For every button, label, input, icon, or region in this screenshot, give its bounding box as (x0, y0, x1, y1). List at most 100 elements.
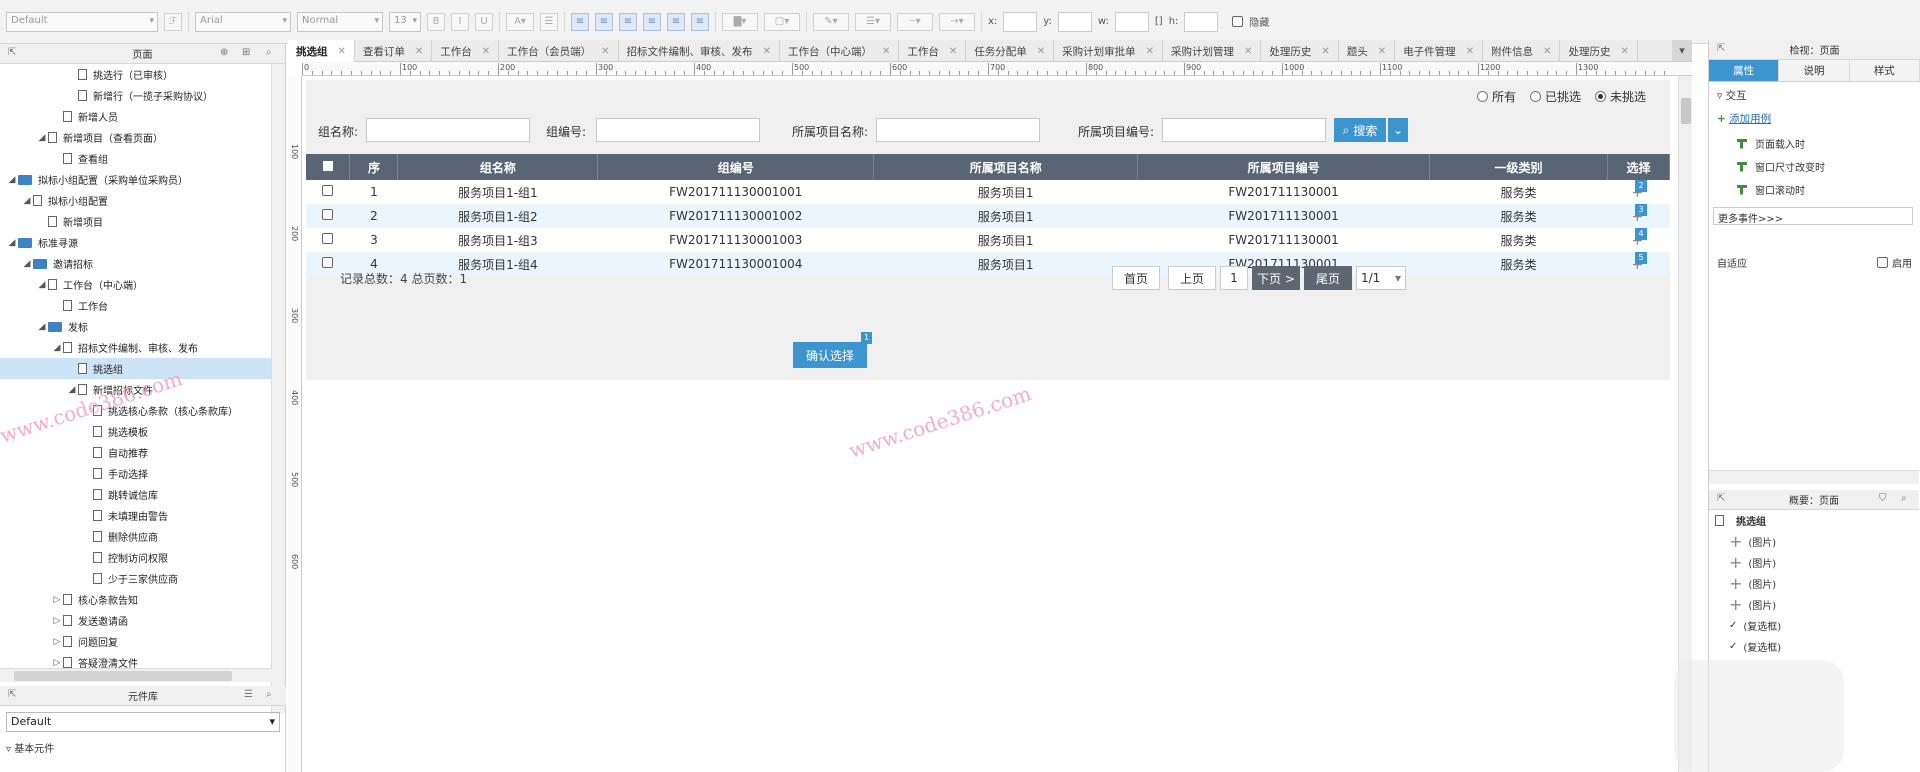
close-icon[interactable]: ✕ (1321, 46, 1329, 57)
filter-icon[interactable]: ⛉ (1879, 493, 1887, 504)
format-painter-icon[interactable]: ℱ (164, 12, 182, 31)
close-icon[interactable]: ✕ (482, 46, 490, 57)
search-icon[interactable]: ⌕ (1901, 493, 1907, 504)
row-checkbox[interactable] (322, 233, 334, 244)
close-icon[interactable]: ✕ (1543, 46, 1551, 57)
add-case-link[interactable]: 添加用例 (1729, 113, 1771, 125)
page-select[interactable]: 1/1 ▾ (1356, 266, 1406, 290)
table-row[interactable]: 3 服务项目1-组3 FW201711130001003 服务项目1 FW2017111… (306, 227, 1670, 252)
filter-radio-option[interactable]: 已挑选 (1529, 88, 1581, 105)
tree-item[interactable]: 跳转诚信库 (0, 484, 271, 505)
confirm-selection-button[interactable]: 确认选择 1 (793, 332, 873, 368)
y-input[interactable] (1057, 11, 1092, 32)
tab-overflow-dropdown[interactable]: ▾ (1672, 40, 1692, 61)
tree-item[interactable]: ▷ 发送邀请函 (0, 610, 271, 631)
outline-item[interactable]: + (图片) (1709, 552, 1919, 573)
column-header[interactable] (306, 154, 351, 180)
close-icon[interactable]: ✕ (338, 46, 346, 57)
more-events-select[interactable]: 更多事件>>> (1713, 207, 1913, 225)
collapse-icon[interactable]: ⇱ (8, 689, 16, 700)
font-size-select[interactable]: 13 (389, 11, 421, 32)
font-weight-select[interactable]: Normal (297, 11, 383, 32)
collapse-icon[interactable]: ⇱ (1717, 43, 1725, 54)
close-icon[interactable]: ✕ (1146, 46, 1154, 57)
project-code-input[interactable] (1162, 118, 1326, 142)
tree-item[interactable]: 手动选择 (0, 463, 271, 484)
outline-item[interactable]: + (图片) (1709, 531, 1919, 552)
valign-top-icon[interactable]: ≡ (643, 12, 661, 31)
event-item[interactable]: 窗口尺寸改变时 (1709, 155, 1920, 178)
x-input[interactable] (1003, 11, 1038, 32)
page-tab[interactable]: 电子件管理 ✕ (1395, 40, 1484, 62)
outline-root[interactable]: 挑选组 (1709, 510, 1919, 531)
hide-checkbox[interactable] (1232, 16, 1244, 27)
tree-item[interactable]: 查看组 (0, 148, 271, 169)
select-all-checkbox[interactable] (322, 161, 333, 171)
tree-item[interactable]: ◢ 邀请招标 (0, 253, 271, 274)
prev-page-button[interactable]: 上页 (1168, 266, 1216, 290)
expand-toggle-icon[interactable]: ◢ (36, 280, 48, 290)
add-page-icon[interactable]: ⊕ (220, 47, 228, 58)
event-item[interactable]: 页面载入时 (1709, 132, 1920, 155)
page-tab[interactable]: 题头 ✕ (1339, 40, 1396, 62)
expand-toggle-icon[interactable]: ◢ (6, 175, 18, 185)
tree-item[interactable]: 少于三家供应商 (0, 568, 271, 589)
tree-item[interactable]: 工作台 (0, 295, 271, 316)
project-name-input[interactable] (876, 118, 1040, 142)
expand-toggle-icon[interactable]: ▷ (51, 637, 63, 647)
current-page-input[interactable]: 1 (1220, 266, 1248, 290)
collapse-icon[interactable]: ⇱ (8, 47, 16, 58)
filter-radio-option[interactable]: 所有 (1476, 88, 1516, 105)
tree-item[interactable]: 挑选行（已审核） (0, 64, 271, 85)
expand-toggle-icon[interactable]: ▷ (51, 595, 63, 605)
outline-item[interactable]: ✓ (复选框) (1709, 636, 1919, 657)
fill-color-icon[interactable]: ▇▾ (722, 12, 758, 31)
search-dropdown-button[interactable]: ⌄ (1388, 118, 1408, 142)
tree-item[interactable]: ◢ 发标 (0, 316, 271, 337)
bold-icon[interactable]: B (427, 12, 445, 31)
page-tab[interactable]: 工作台 ✕ (899, 40, 967, 62)
tree-item[interactable]: 挑选组 (0, 358, 271, 379)
library-item[interactable]: ▿ 基本元件 (0, 732, 286, 763)
w-input[interactable] (1114, 11, 1149, 32)
shadow-icon[interactable]: ▢▾ (764, 12, 800, 31)
page-tab[interactable]: 查看订单 ✕ (355, 40, 433, 62)
page-tab[interactable]: 工作台 ✕ (432, 40, 500, 62)
scroll-thumb[interactable] (14, 671, 232, 681)
tree-item[interactable]: 删除供应商 (0, 526, 271, 547)
style-select[interactable]: Default (6, 11, 158, 32)
tree-item[interactable]: 未填理由警告 (0, 505, 271, 526)
h-input[interactable] (1184, 11, 1219, 32)
filter-radio-option[interactable]: 未挑选 (1594, 88, 1646, 105)
event-item[interactable]: 窗口滚动时 (1709, 178, 1920, 201)
close-icon[interactable]: ✕ (949, 46, 957, 57)
align-right-icon[interactable]: ≡ (619, 12, 637, 31)
tree-item[interactable]: 新增人员 (0, 106, 271, 127)
valign-bottom-icon[interactable]: ≡ (691, 12, 709, 31)
page-tab[interactable]: 任务分配单 ✕ (966, 40, 1055, 62)
font-color-icon[interactable]: A▾ (506, 12, 534, 31)
line-color-icon[interactable]: ✎▾ (813, 12, 849, 31)
scroll-thumb[interactable] (1681, 98, 1691, 124)
table-row[interactable]: 1 服务项目1-组1 FW201711130001001 服务项目1 FW2017111… (306, 179, 1670, 204)
font-select[interactable]: Arial (195, 11, 291, 32)
tree-item[interactable]: 控制访问权限 (0, 547, 271, 568)
inspector-tab[interactable]: 说明 (1779, 60, 1850, 81)
arrow-style-icon[interactable]: →▾ (939, 12, 975, 31)
line-style-icon[interactable]: ┄▾ (897, 12, 933, 31)
row-checkbox[interactable] (322, 209, 334, 220)
next-page-button[interactable]: 下页 > (1252, 266, 1300, 290)
page-tab[interactable]: 处理历史 ✕ (1560, 40, 1638, 62)
expand-toggle-icon[interactable]: ◢ (66, 385, 78, 395)
close-icon[interactable]: ✕ (1378, 46, 1386, 57)
outline-item[interactable]: ✓ (复选框) (1709, 615, 1919, 636)
tree-item[interactable]: ◢ 拟标小组配置（采购单位采购员） (0, 169, 271, 190)
interaction-section[interactable]: ▿ 交互 (1709, 82, 1920, 109)
select-add-button[interactable]: +4 (1629, 227, 1647, 248)
close-icon[interactable]: ✕ (763, 46, 771, 57)
group-code-input[interactable] (596, 118, 760, 142)
radio-button[interactable] (1476, 91, 1488, 102)
expand-toggle-icon[interactable]: ◢ (36, 133, 48, 143)
bullet-list-icon[interactable]: ☰ (540, 12, 558, 31)
tree-item[interactable]: ◢ 招标文件编制、审核、发布 (0, 337, 271, 358)
